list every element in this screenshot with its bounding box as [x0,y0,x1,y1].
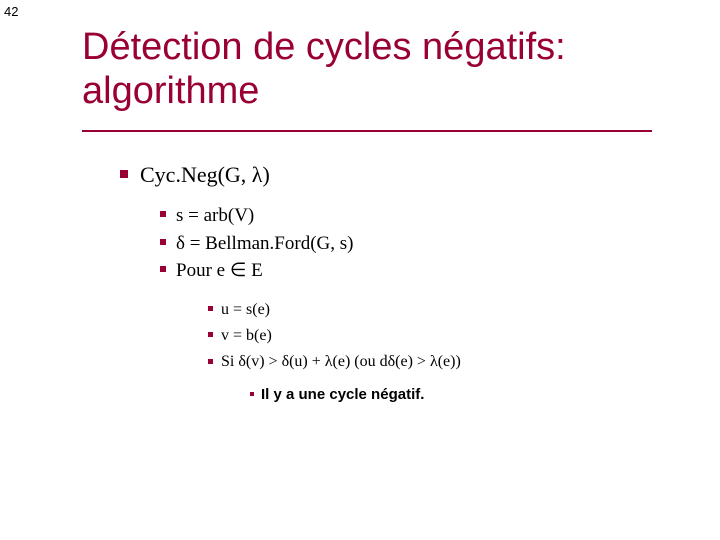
title-underline [82,130,652,132]
step-for-e: Pour e ∈ E [160,257,461,285]
content-block: Cyc.Neg(G, λ) s = arb(V) δ = Bellman.For… [120,162,461,406]
text-l3a: u = s(e) [221,301,270,318]
bullet-icon [160,239,166,245]
step-s-arb: s = arb(V) [160,202,461,230]
step-u-se: u = s(e) [208,297,461,323]
bullet-icon [160,211,166,217]
page-number: 42 [4,4,18,19]
bullet-icon [208,306,213,311]
step-v-be: v = b(e) [208,323,461,349]
algo-name-line: Cyc.Neg(G, λ) [120,162,461,188]
step-delta-bellman: δ = Bellman.Ford(G, s) [160,230,461,258]
text-l3b: v = b(e) [221,327,272,344]
bullet-icon [250,392,254,396]
title-line-2: algorithme [82,70,259,112]
text-l2b: δ = Bellman.Ford(G, s) [176,233,353,254]
text-l4: Il y a une cycle négatif. [261,386,424,403]
text-l1: Cyc.Neg(G, λ) [140,162,270,187]
title-line-1: Détection de cycles négatifs: [82,26,566,68]
conclusion-line: Il y a une cycle négatif. [250,384,461,407]
text-l3c: Si δ(v) > δ(u) + λ(e) (ou dδ(e) > λ(e)) [221,353,461,370]
bullet-icon [208,359,213,364]
text-l2c: Pour e ∈ E [176,260,263,281]
bullet-icon [120,170,128,178]
slide-title: Détection de cycles négatifs: algorithme [82,26,566,113]
step-condition: Si δ(v) > δ(u) + λ(e) (ou dδ(e) > λ(e)) [208,349,461,375]
text-l2a: s = arb(V) [176,205,254,226]
bullet-icon [160,266,166,272]
bullet-icon [208,332,213,337]
